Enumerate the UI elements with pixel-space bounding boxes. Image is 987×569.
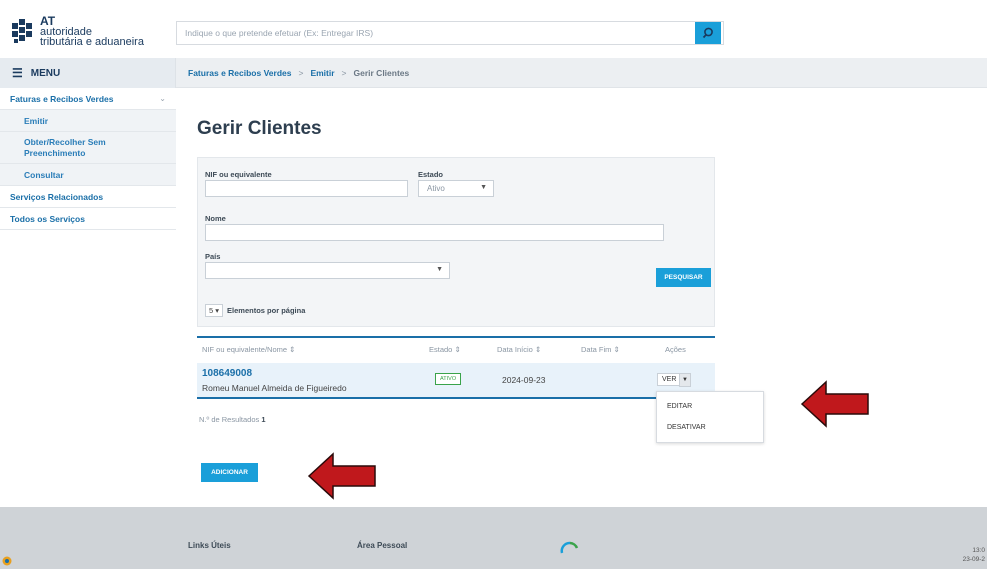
breadcrumb: Faturas e Recibos Verdes > Emitir > Geri… [188, 58, 409, 88]
sidebar-item-obter-recolher[interactable]: Obter/Recolher Sem Preenchimento [0, 132, 176, 164]
column-header-estado[interactable]: Estado ⇕ [429, 345, 461, 354]
hamburger-icon: ☰ [12, 66, 23, 80]
nif-label: NIF ou equivalente [205, 170, 272, 179]
table-header: NIF ou equivalente/Nome ⇕ Estado ⇕ Data … [197, 336, 715, 361]
table-row: 108649008 Romeu Manuel Almeida de Figuei… [197, 363, 715, 399]
nome-input[interactable] [205, 224, 664, 241]
logo-line-3: tributária e aduaneira [40, 36, 144, 48]
sidebar: Faturas e Recibos Verdes ⌄ Emitir Obter/… [0, 88, 176, 230]
pesquisar-button[interactable]: PESQUISAR [656, 268, 711, 287]
taskbar-time: 13:0 [972, 547, 985, 554]
sidebar-item-label-line-2: Preenchimento [24, 147, 86, 158]
sidebar-item-todos-servicos[interactable]: Todos os Serviços [0, 208, 176, 230]
pais-select[interactable]: ▼ [205, 262, 450, 279]
client-nif-link[interactable]: 108649008 [202, 368, 252, 379]
top-bar: AT autoridade tributária e aduaneira [0, 0, 987, 58]
at-logo-icon [12, 18, 36, 45]
browser-icon[interactable] [2, 555, 12, 567]
actions-dropdown-toggle[interactable]: ▼ [679, 373, 691, 387]
sub-bar: ☰ MENU Faturas e Recibos Verdes > Emitir… [0, 58, 987, 88]
nome-label: Nome [205, 214, 226, 223]
sidebar-item-label: Faturas e Recibos Verdes [10, 93, 114, 104]
footer-links-uteis: Links Úteis [188, 541, 231, 550]
footer-area-pessoal: Área Pessoal [357, 541, 408, 550]
sidebar-item-label: Emitir [24, 115, 49, 126]
menu-toggle[interactable]: ☰ MENU [0, 58, 176, 88]
caret-down-icon: ▼ [682, 377, 688, 383]
pais-label: País [205, 252, 221, 261]
breadcrumb-item-emitir[interactable]: Emitir [310, 68, 334, 78]
results-value: 1 [261, 415, 266, 424]
clients-table: NIF ou equivalente/Nome ⇕ Estado ⇕ Data … [197, 336, 715, 399]
chevron-down-icon: ▼ [436, 266, 443, 273]
dropdown-item-desativar[interactable]: DESATIVAR [667, 424, 706, 431]
loading-spinner-icon [560, 541, 579, 554]
taskbar-clock: 13:0 23-09-2 [963, 546, 985, 564]
search-button[interactable] [695, 22, 721, 44]
breadcrumb-separator: > [298, 68, 304, 78]
estado-select-value: Ativo [427, 184, 445, 193]
sidebar-item-emitir[interactable]: Emitir [0, 110, 176, 132]
taskbar-date: 23-09-2 [962, 556, 985, 563]
status-badge: ATIVO [435, 373, 462, 385]
per-page-label: Elementos por página [227, 306, 306, 315]
actions-dropdown-menu: EDITAR DESATIVAR [656, 391, 764, 443]
global-search [176, 21, 724, 45]
sort-icon: ⇕ [454, 345, 461, 354]
sort-icon: ⇕ [534, 345, 542, 354]
sidebar-item-label: Serviços Relacionados [10, 191, 104, 202]
page-title: Gerir Clientes [197, 118, 322, 139]
results-label: N.º de Resultados [199, 415, 260, 424]
dropdown-item-editar[interactable]: EDITAR [667, 403, 692, 410]
client-name: Romeu Manuel Almeida de Figueiredo [202, 383, 347, 393]
at-logo[interactable]: AT autoridade tributária e aduaneira [12, 15, 144, 48]
column-header-nif[interactable]: NIF ou equivalente/Nome ⇕ [202, 345, 295, 354]
breadcrumb-separator: > [341, 68, 347, 78]
sort-icon: ⇕ [289, 345, 296, 354]
adicionar-button[interactable]: ADICIONAR [201, 463, 258, 482]
breadcrumb-item-current: Gerir Clientes [353, 68, 410, 78]
menu-label: MENU [30, 67, 61, 79]
sidebar-item-servicos-relacionados[interactable]: Serviços Relacionados [0, 186, 176, 208]
sidebar-item-label: Todos os Serviços [10, 213, 85, 224]
footer: Links Úteis Área Pessoal [0, 507, 987, 569]
filter-panel: NIF ou equivalente Estado Ativo ▼ Nome P… [197, 157, 715, 327]
breadcrumb-item-faturas[interactable]: Faturas e Recibos Verdes [188, 68, 291, 78]
arrow-left-icon [307, 452, 376, 500]
arrow-left-icon [800, 380, 869, 428]
search-input[interactable] [177, 22, 695, 44]
column-header-data-fim[interactable]: Data Fim ⇕ [581, 345, 620, 354]
estado-label: Estado [418, 170, 444, 179]
ver-button[interactable]: VER [657, 373, 682, 386]
sidebar-item-label: Consultar [24, 169, 64, 180]
estado-select[interactable]: Ativo ▼ [418, 180, 494, 197]
start-date: 2024-09-23 [502, 375, 546, 385]
sidebar-item-label: Obter/Recolher Sem [24, 136, 106, 147]
per-page-control: 5 ▾ Elementos por página [205, 304, 305, 317]
nif-input[interactable] [205, 180, 408, 197]
column-header-data-inicio[interactable]: Data Início ⇕ [497, 345, 541, 354]
column-header-acoes: Ações [665, 345, 686, 354]
chevron-down-icon: ▼ [480, 184, 487, 191]
per-page-select[interactable]: 5 ▾ [205, 304, 224, 317]
results-count: N.º de Resultados 1 [199, 415, 266, 424]
sidebar-item-faturas[interactable]: Faturas e Recibos Verdes ⌄ [0, 88, 176, 110]
chevron-down-icon: ⌄ [159, 94, 166, 103]
search-icon [702, 27, 713, 39]
sort-icon: ⇕ [613, 345, 620, 354]
sidebar-item-consultar[interactable]: Consultar [0, 164, 176, 186]
